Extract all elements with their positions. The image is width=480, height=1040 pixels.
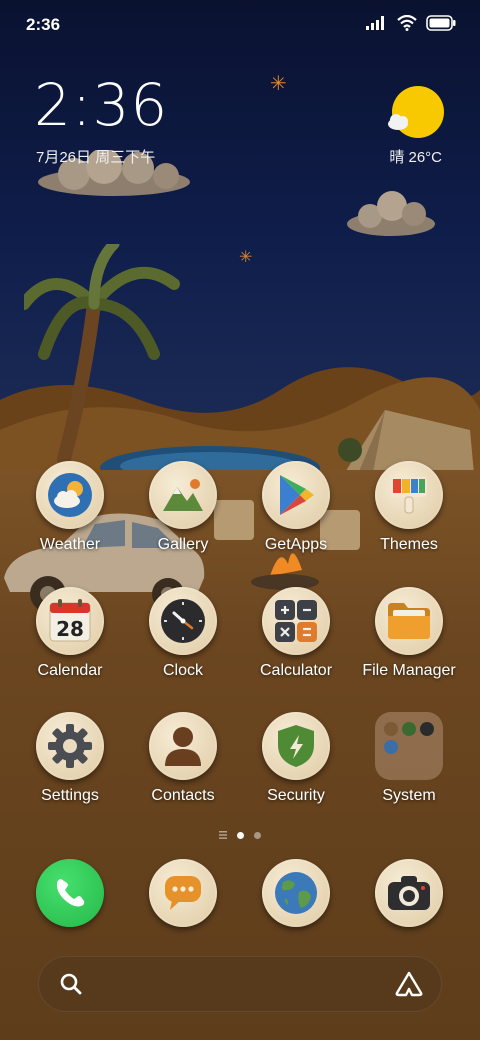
app-label: Contacts xyxy=(151,787,215,804)
gear-icon xyxy=(36,712,104,780)
app-themes[interactable]: Themes xyxy=(353,461,465,554)
app-label: GetApps xyxy=(264,536,328,553)
app-security[interactable]: Security xyxy=(240,712,352,805)
list-view-icon[interactable] xyxy=(219,831,227,839)
widget-date: 7月26日 周三下午 xyxy=(36,149,156,166)
getapps-play-icon xyxy=(262,461,330,529)
app-clock[interactable]: Clock xyxy=(127,587,239,680)
status-time: 2:36 xyxy=(26,15,61,34)
page-indicator[interactable] xyxy=(0,831,480,839)
app-getapps[interactable]: GetApps xyxy=(240,461,352,554)
status-icons xyxy=(366,15,456,31)
camera-icon[interactable] xyxy=(375,859,443,927)
assistant-icon[interactable] xyxy=(395,971,423,997)
widget-weather-text: 晴 26°C xyxy=(389,149,442,166)
app-label: Calendar xyxy=(37,662,103,679)
shield-icon xyxy=(262,712,330,780)
app-label: Weather xyxy=(39,536,101,553)
widget-clock[interactable]: 2:36 xyxy=(34,76,168,134)
clock-icon xyxy=(149,587,217,655)
folder-app-icon xyxy=(402,722,416,736)
star-icon: ✳ xyxy=(239,249,253,266)
cloud-decoration xyxy=(347,191,435,236)
phone-icon[interactable] xyxy=(36,859,104,927)
folder-app-icon xyxy=(384,740,398,754)
app-calendar[interactable]: 28 Calendar xyxy=(14,587,126,680)
app-calculator[interactable]: Calculator xyxy=(240,587,352,680)
battery-icon xyxy=(426,15,456,31)
app-label: Clock xyxy=(162,662,203,679)
weather-icon xyxy=(36,461,104,529)
app-gallery[interactable]: Gallery xyxy=(127,461,239,554)
browser-globe-icon[interactable] xyxy=(262,859,330,927)
app-contacts[interactable]: Contacts xyxy=(127,712,239,805)
app-settings[interactable]: Settings xyxy=(14,712,126,805)
app-label: System xyxy=(382,787,436,804)
folder-app-icon xyxy=(384,722,398,736)
calculator-icon xyxy=(262,587,330,655)
search-icon[interactable] xyxy=(59,972,83,996)
themes-brush-icon xyxy=(375,461,443,529)
folder-preview xyxy=(375,712,443,780)
app-label: File Manager xyxy=(362,662,456,679)
app-folder-system[interactable]: System xyxy=(353,712,465,805)
app-label: Themes xyxy=(380,536,438,553)
app-label: Settings xyxy=(41,787,99,804)
app-label: Calculator xyxy=(259,662,333,679)
messages-icon[interactable] xyxy=(149,859,217,927)
search-bar[interactable] xyxy=(38,956,442,1012)
folder-app-icon xyxy=(420,722,434,736)
page-dot[interactable] xyxy=(254,831,261,839)
gallery-icon xyxy=(149,461,217,529)
calendar-icon: 28 xyxy=(36,587,104,655)
page-dot-active[interactable] xyxy=(237,831,244,839)
app-weather[interactable]: Weather xyxy=(14,461,126,554)
contacts-person-icon xyxy=(149,712,217,780)
app-label: Security xyxy=(267,787,325,804)
palm-tree xyxy=(24,244,180,464)
app-label: Gallery xyxy=(157,536,209,553)
calendar-day: 28 xyxy=(56,617,84,641)
folder-icon xyxy=(375,587,443,655)
status-bar: 2:36 xyxy=(0,0,480,48)
signal-icon xyxy=(366,16,384,30)
star-icon: ✳ xyxy=(270,73,287,95)
sunny-weather-icon[interactable] xyxy=(386,84,446,144)
wifi-icon xyxy=(397,15,417,31)
app-file-manager[interactable]: File Manager xyxy=(353,587,465,680)
